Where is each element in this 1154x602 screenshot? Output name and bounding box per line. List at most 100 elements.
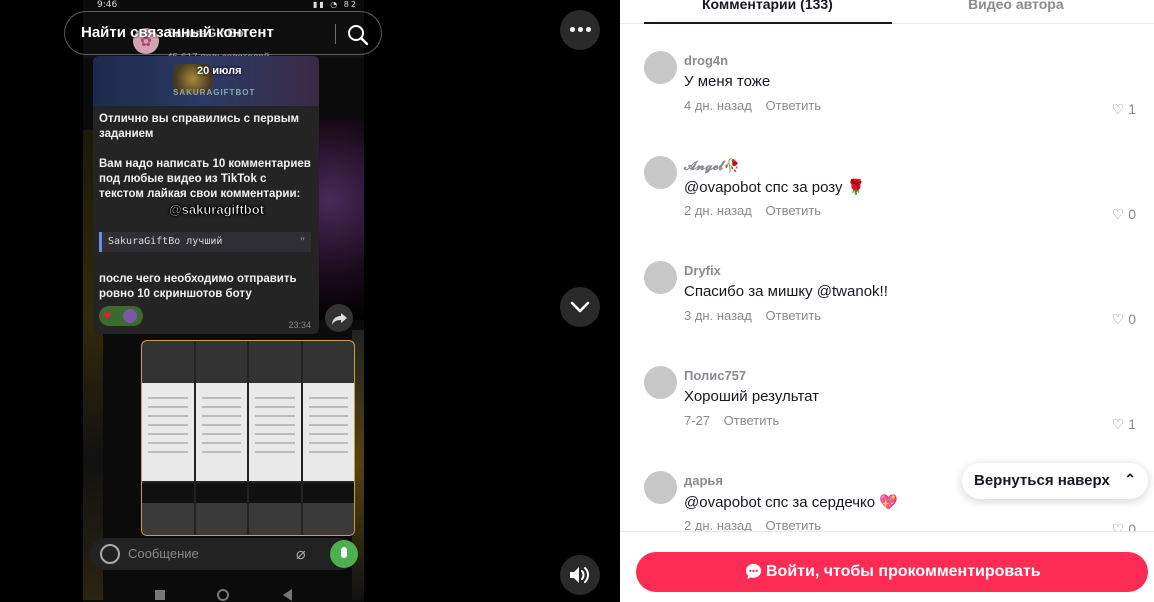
comment-username[interactable]: Dryfix bbox=[684, 263, 721, 278]
volume-button[interactable] bbox=[560, 555, 600, 595]
chevrons-up-icon: ⌃ bbox=[1124, 471, 1136, 487]
like-button[interactable]: ♡ 1 bbox=[1112, 416, 1136, 433]
tab-comments[interactable]: Комментарии (133) bbox=[702, 0, 833, 14]
comment-time: 7-27 bbox=[684, 413, 711, 428]
screenshot-thumb bbox=[195, 483, 247, 535]
message-text: Отлично вы справились с первым заданием … bbox=[99, 113, 311, 200]
more-options-button[interactable] bbox=[560, 10, 600, 50]
paperclip-icon: ⌀ bbox=[296, 546, 306, 563]
phone-status-icons: ▮▮ ◔ 82 bbox=[312, 0, 358, 9]
login-to-comment-button[interactable]: Войти, чтобы прокомментировать bbox=[636, 552, 1148, 592]
screenshot-thumb bbox=[302, 341, 354, 481]
phone-status-time: 9:46 bbox=[97, 0, 118, 10]
message-quote: SakuraGiftBo лучший " bbox=[99, 232, 311, 252]
like-count: 1 bbox=[1128, 101, 1136, 117]
comment-time: 4 дн. назад bbox=[684, 98, 752, 113]
search-icon[interactable] bbox=[345, 22, 371, 48]
comment-text: Хороший результат bbox=[684, 388, 820, 405]
comment-item: 𝓐𝓷𝓰𝓮𝓵🥀 @ovapobot спс за розу 🌹 2 дн. наз… bbox=[644, 156, 1136, 256]
avatar[interactable] bbox=[644, 366, 677, 399]
telegram-composer: Сообщение ⌀ bbox=[90, 538, 358, 570]
message-brand: SAKURAGIFTBOT bbox=[173, 88, 256, 97]
heart-icon: ♡ bbox=[1111, 311, 1125, 327]
share-icon bbox=[325, 304, 353, 332]
divider bbox=[335, 24, 336, 44]
composer-placeholder: Сообщение bbox=[128, 546, 199, 561]
comment-text: @ovapobot спс за сердечко 💖 bbox=[684, 494, 898, 511]
comment-item: Dryfix Спасибо за мишку @twanok!! 3 дн. … bbox=[644, 261, 1136, 361]
comment-icon bbox=[745, 563, 762, 580]
volume-icon bbox=[570, 567, 589, 583]
related-content-label: Найти связанный контент bbox=[81, 24, 274, 41]
avatar[interactable] bbox=[644, 156, 677, 189]
comment-username[interactable]: drog4n bbox=[684, 53, 728, 68]
phone-nav-bar bbox=[83, 584, 364, 602]
comment-text: Спасибо за мишку @twanok!! bbox=[684, 283, 888, 300]
heart-icon: ♡ bbox=[1111, 101, 1125, 117]
emoji-icon bbox=[100, 544, 120, 564]
screenshot-thumb bbox=[249, 341, 301, 481]
comment-time: 2 дн. назад bbox=[684, 203, 752, 218]
reply-button[interactable]: Ответить bbox=[766, 98, 822, 113]
like-button[interactable]: ♡ 0 bbox=[1112, 311, 1136, 328]
screenshot-thumb bbox=[302, 483, 354, 535]
video-player[interactable]: 9:46 ▮▮ ◔ 82 ✿ SakuraGiftBot 45,617 поль… bbox=[0, 0, 620, 602]
comment-item: drog4n У меня тоже 4 дн. назад Ответить … bbox=[644, 51, 1136, 151]
message-image: SAKURAGIFTBOT 20 июля bbox=[93, 56, 319, 106]
like-count: 0 bbox=[1128, 311, 1136, 327]
avatar[interactable] bbox=[644, 51, 677, 84]
screenshot-thumb bbox=[142, 341, 194, 481]
like-count: 0 bbox=[1128, 206, 1136, 222]
comment-meta: 7-27 Ответить bbox=[684, 413, 779, 428]
comment-username[interactable]: 𝓐𝓷𝓰𝓮𝓵🥀 bbox=[684, 158, 740, 174]
video-background-right bbox=[316, 120, 364, 320]
related-content-search[interactable]: Найти связанный контент bbox=[64, 11, 382, 55]
heart-icon: ♡ bbox=[1111, 206, 1125, 222]
comment-meta: 2 дн. назад Ответить bbox=[684, 203, 821, 218]
like-count: 1 bbox=[1128, 416, 1136, 432]
avatar[interactable] bbox=[644, 261, 677, 294]
back-to-top-label: Вернуться наверх bbox=[974, 472, 1110, 489]
home-icon bbox=[217, 589, 229, 601]
quote-text: SakuraGiftBo лучший bbox=[108, 236, 223, 247]
telegram-message: SAKURAGIFTBOT 20 июля Отлично вы справил… bbox=[93, 56, 319, 334]
comments-tabs: Комментарии (133) Видео автора bbox=[620, 0, 1154, 24]
tab-author-videos[interactable]: Видео автора bbox=[968, 0, 1064, 14]
like-button[interactable]: ♡ 1 bbox=[1112, 101, 1136, 118]
more-icon bbox=[570, 27, 594, 32]
heart-icon: ♡ bbox=[1111, 416, 1125, 432]
comment-text: У меня тоже bbox=[684, 73, 771, 90]
screenshot-thumb bbox=[249, 483, 301, 535]
screenshot-thumb bbox=[195, 341, 247, 481]
message-time: 23:34 bbox=[288, 320, 311, 330]
video-overlay-tag: @sakuragiftbot bbox=[169, 202, 265, 218]
comment-meta: 3 дн. назад Ответить bbox=[684, 308, 821, 323]
avatar[interactable] bbox=[644, 471, 677, 504]
message-reaction: ♥ bbox=[99, 306, 143, 326]
comment-input-bar: Войти, чтобы прокомментировать bbox=[620, 531, 1154, 602]
back-to-top-button[interactable]: Вернуться наверх ⌃ bbox=[962, 463, 1148, 499]
comment-item: Полис757 Хороший результат 7-27 Ответить… bbox=[644, 366, 1136, 466]
like-button[interactable]: ♡ 0 bbox=[1112, 206, 1136, 223]
chevron-down-icon bbox=[570, 301, 590, 313]
reply-button[interactable]: Ответить bbox=[766, 308, 822, 323]
recent-apps-icon bbox=[155, 590, 165, 600]
active-tab-indicator bbox=[644, 22, 892, 24]
date-label: 20 июля bbox=[197, 65, 242, 77]
login-to-comment-label: Войти, чтобы прокомментировать bbox=[766, 563, 1041, 580]
reply-button[interactable]: Ответить bbox=[766, 203, 822, 218]
mic-icon bbox=[330, 540, 358, 568]
next-video-button[interactable] bbox=[560, 287, 600, 327]
screenshots-grid bbox=[141, 340, 355, 536]
comment-meta: 4 дн. назад Ответить bbox=[684, 98, 821, 113]
comments-panel: Комментарии (133) Видео автора drog4n У … bbox=[620, 0, 1154, 602]
reactor-avatar bbox=[123, 309, 137, 323]
screenshot-thumb bbox=[142, 483, 194, 535]
quote-icon: " bbox=[300, 234, 305, 248]
video-frame[interactable]: 9:46 ▮▮ ◔ 82 ✿ SakuraGiftBot 45,617 поль… bbox=[83, 0, 364, 602]
reply-button[interactable]: Ответить bbox=[724, 413, 780, 428]
heart-icon: ♥ bbox=[103, 307, 112, 323]
comment-text: @ovapobot спс за розу 🌹 bbox=[684, 179, 866, 196]
comment-username[interactable]: Полис757 bbox=[684, 368, 746, 383]
comment-username[interactable]: дарья bbox=[684, 473, 723, 488]
